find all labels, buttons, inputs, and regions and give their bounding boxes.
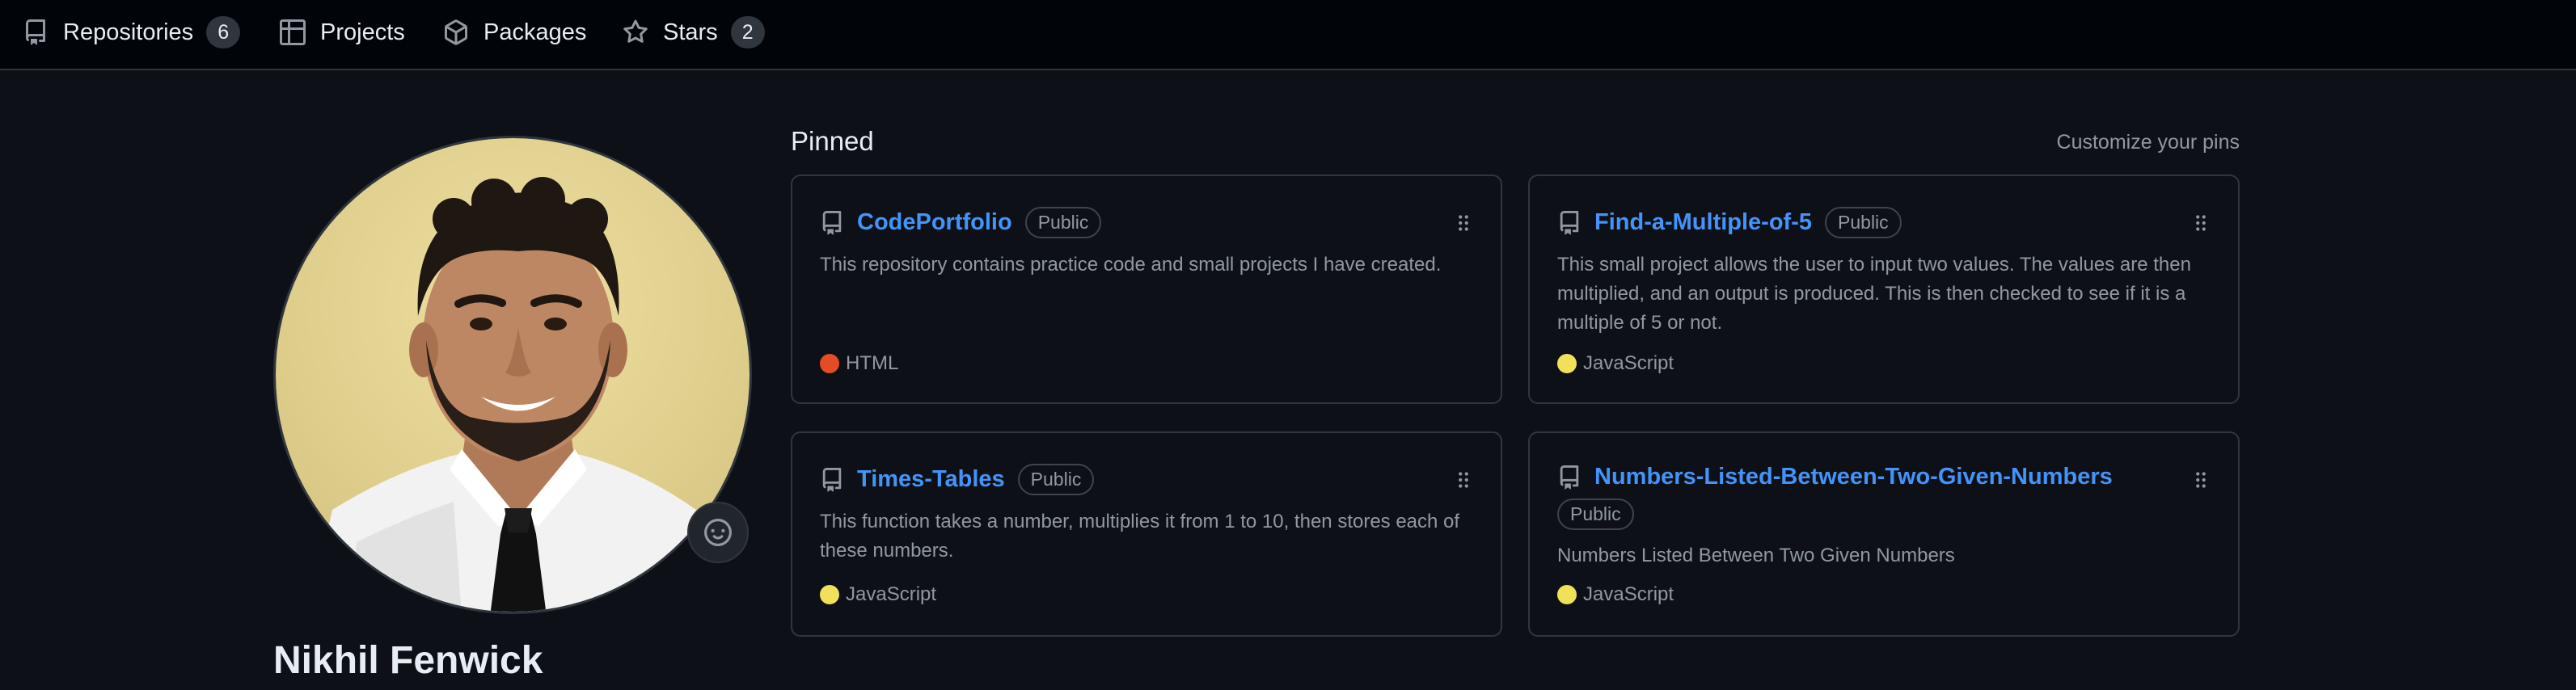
repositories-count-badge: 6 — [206, 16, 241, 48]
table-icon — [280, 19, 306, 45]
stars-count-badge: 2 — [730, 16, 765, 48]
tab-stars[interactable]: Stars 2 — [623, 0, 765, 65]
repo-icon — [1560, 465, 1579, 490]
avatar-image — [276, 138, 750, 612]
profile-name: Nikhil Fenwick — [273, 639, 543, 682]
smiley-icon — [704, 519, 732, 546]
repo-language: HTML — [820, 352, 898, 375]
repo-description: Numbers Listed Between Two Given Numbers — [1557, 545, 1955, 566]
repo-description: This function takes a number, multiplies… — [820, 511, 1460, 562]
tab-projects[interactable]: Projects — [280, 0, 405, 65]
repo-icon — [25, 19, 45, 45]
repo-icon — [1560, 210, 1579, 235]
language-color-dot — [820, 585, 839, 604]
visibility-badge: Public — [1024, 207, 1102, 238]
repo-language: JavaScript — [1557, 583, 1674, 606]
pinned-repo-card: Find-a-Multiple-of-5 Public This small p… — [1528, 175, 2240, 404]
visibility-badge: Public — [1825, 207, 1902, 238]
language-label: JavaScript — [846, 583, 937, 605]
set-status-button[interactable] — [687, 502, 749, 563]
repo-name-link[interactable]: Times-Tables — [857, 466, 1005, 493]
drag-handle-icon[interactable] — [1455, 213, 1472, 233]
package-icon — [445, 19, 467, 45]
avatar[interactable] — [273, 136, 752, 614]
repo-name-link[interactable]: CodePortfolio — [857, 209, 1012, 236]
language-color-dot — [1557, 354, 1577, 373]
drag-handle-icon[interactable] — [2193, 470, 2209, 490]
tab-stars-label: Stars — [663, 19, 718, 45]
visibility-badge: Public — [1017, 464, 1095, 495]
repo-description: This repository contains practice code a… — [820, 254, 1442, 276]
star-icon — [623, 19, 648, 43]
tab-repositories-label: Repositories — [63, 19, 194, 45]
tab-repositories[interactable]: Repositories 6 — [23, 0, 241, 65]
repo-language: JavaScript — [1557, 352, 1674, 375]
customize-pins-link[interactable]: Customize your pins — [2057, 131, 2240, 154]
profile-nav: Repositories 6 Projects Packages Stars 2 — [0, 0, 2576, 70]
language-color-dot — [1557, 585, 1577, 604]
tab-projects-label: Projects — [320, 19, 405, 45]
pinned-heading: Pinned — [791, 126, 874, 156]
tab-packages[interactable]: Packages — [443, 0, 586, 65]
repo-icon — [822, 467, 842, 492]
pinned-repo-card: Times-Tables Public This function takes … — [791, 431, 1502, 637]
language-label: JavaScript — [1583, 352, 1674, 374]
repo-name-link[interactable]: Numbers-Listed-Between-Two-Given-Numbers — [1594, 464, 2113, 490]
language-color-dot — [820, 354, 839, 373]
language-label: HTML — [846, 352, 899, 374]
pinned-repo-card: CodePortfolio Public This repository con… — [791, 175, 1502, 404]
repo-language: JavaScript — [820, 583, 936, 606]
repo-icon — [822, 210, 842, 235]
drag-handle-icon[interactable] — [2193, 213, 2209, 233]
pinned-repo-card: Numbers-Listed-Between-Two-Given-Numbers… — [1528, 431, 2240, 637]
tab-packages-label: Packages — [484, 19, 587, 45]
visibility-badge: Public — [1557, 499, 1634, 530]
drag-handle-icon[interactable] — [1455, 470, 1472, 490]
repo-description: This small project allows the user to in… — [1557, 254, 2191, 334]
repo-name-link[interactable]: Find-a-Multiple-of-5 — [1594, 209, 1812, 236]
language-label: JavaScript — [1583, 583, 1674, 605]
